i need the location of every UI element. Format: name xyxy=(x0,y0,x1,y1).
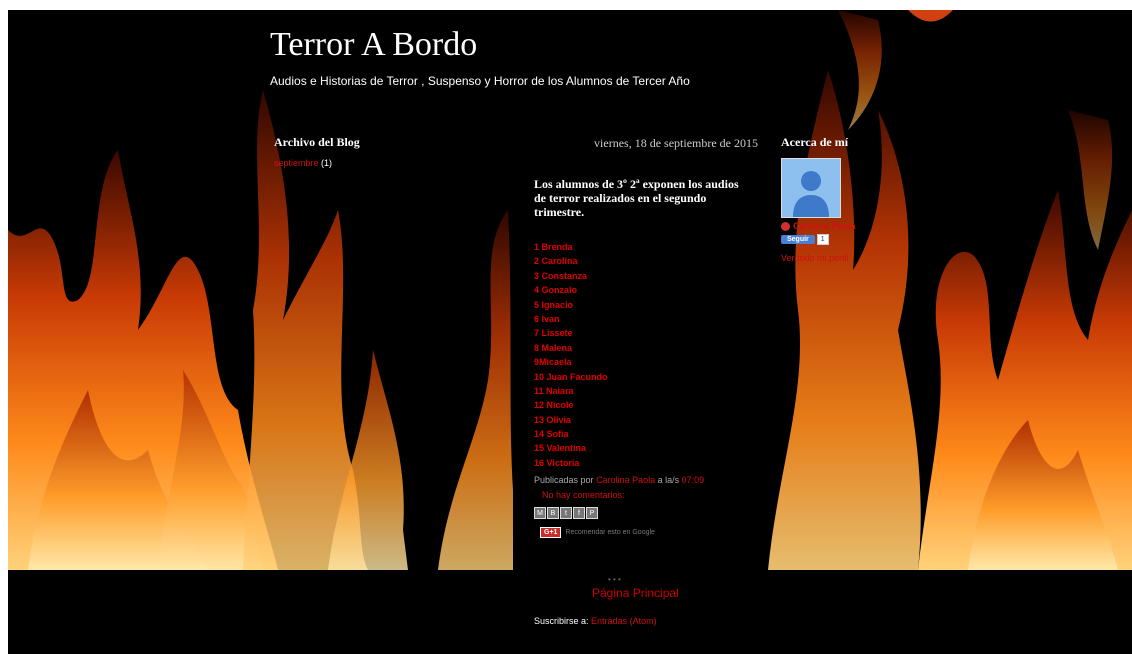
atom-feed-link[interactable]: Entradas (Atom) xyxy=(591,616,657,626)
twitter-share-button[interactable]: t xyxy=(560,507,572,520)
list-item: 13 Olivia xyxy=(534,414,572,425)
blog-footer: • • • Página Principal Suscribirse a: En… xyxy=(8,570,1132,654)
list-item: 3 Constanza xyxy=(534,270,588,281)
archive-count: (1) xyxy=(321,158,333,168)
follow-button[interactable]: Seguir xyxy=(781,235,815,244)
list-item: 5 Ignacio xyxy=(534,299,574,310)
post-time-link[interactable]: 07:09 xyxy=(682,475,705,485)
default-avatar-icon xyxy=(782,159,840,217)
list-item: 8 Malena xyxy=(534,342,573,353)
full-profile-link[interactable]: Ver todo mi perfil xyxy=(781,253,971,263)
subscribe-row: Suscribirse a: Entradas (Atom) xyxy=(534,616,657,626)
share-buttons: M B t f P xyxy=(534,507,764,520)
gplus-row: G+1 Recomendar esto en Google xyxy=(540,527,764,539)
author-link[interactable]: Carolina Paola xyxy=(596,475,655,485)
gplus-button[interactable]: G+1 xyxy=(540,527,562,539)
comments-link[interactable]: No hay comentarios: xyxy=(542,490,764,500)
archive-title: Archivo del Blog xyxy=(274,135,360,149)
list-item: 9Micaela xyxy=(534,357,572,368)
post-footer: Publicadas por Carolina Paola a la/s 07:… xyxy=(534,475,764,485)
gplus-text: Recomendar esto en Google xyxy=(565,529,655,537)
list-item: 4 Gonzalo xyxy=(534,285,578,296)
about-widget: Acerca de mí Carolina Paola Seguir 1 Ver… xyxy=(781,135,971,263)
blog-description: Audios e Historias de Terror , Suspenso … xyxy=(270,74,690,88)
list-item: 7 Lissete xyxy=(534,328,573,339)
facebook-share-button[interactable]: f xyxy=(573,507,585,520)
list-item: 1 Brenda xyxy=(534,242,573,252)
published-by-label: Publicadas por xyxy=(534,475,594,486)
home-page-link[interactable]: Página Principal xyxy=(592,586,679,600)
profile-name-link[interactable]: Carolina Paola xyxy=(793,221,856,231)
list-item: 10 Juan Facundo xyxy=(534,371,608,382)
at-label: a la/s xyxy=(657,475,680,486)
list-item: 2 Carolina xyxy=(534,256,578,267)
avatar[interactable] xyxy=(781,158,841,218)
main-post-column: viernes, 18 de septiembre de 2015 Los al… xyxy=(522,128,764,570)
list-item: 16 Victoria xyxy=(534,457,580,468)
follow-count: 1 xyxy=(816,234,829,245)
blogger-profile-icon xyxy=(781,221,790,231)
list-item: 14 Sofía xyxy=(534,429,569,440)
list-item: 6 Ivan xyxy=(534,313,560,324)
blog-header: Terror A Bordo Audios e Historias de Ter… xyxy=(270,26,690,88)
pinterest-share-button[interactable]: P xyxy=(586,507,598,520)
follow-row: Seguir 1 xyxy=(781,234,971,245)
profile-row: Carolina Paola xyxy=(781,221,971,231)
post-date: viernes, 18 de septiembre de 2015 xyxy=(594,136,758,150)
blog-title[interactable]: Terror A Bordo xyxy=(270,26,690,64)
email-share-button[interactable]: M xyxy=(534,507,546,520)
student-name-list: 1 Brenda 2 Carolina 3 Constanza 4 Gonzal… xyxy=(534,240,764,470)
list-item: 15 Valentina xyxy=(534,443,587,454)
pager-dots: • • • xyxy=(608,575,621,584)
post-title: Los alumnos de 3º 2ª exponen los audios … xyxy=(534,177,739,219)
list-item: 12 Nicole xyxy=(534,400,574,411)
subscribe-label: Suscribirse a: xyxy=(534,616,589,626)
archive-widget: Archivo del Blog septiembre (1) xyxy=(274,135,454,168)
list-item: 11 Naiara xyxy=(534,385,574,396)
about-title: Acerca de mí xyxy=(781,135,849,149)
blog-page: Terror A Bordo Audios e Historias de Ter… xyxy=(8,10,1132,654)
blogger-share-button[interactable]: B xyxy=(547,507,559,520)
archive-month-link[interactable]: septiembre xyxy=(274,158,319,168)
